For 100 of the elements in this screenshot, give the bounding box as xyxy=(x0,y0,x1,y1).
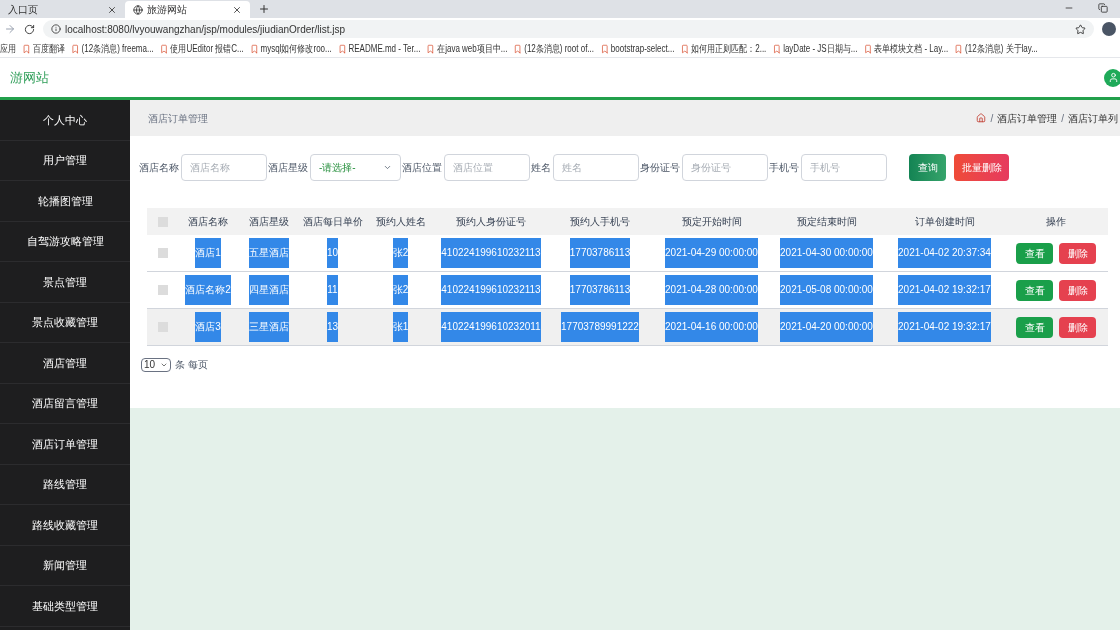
table-cell: 2021-04-16 00:00:00 xyxy=(665,312,758,342)
table-cell: 17703786113 xyxy=(569,238,631,268)
column-header: 预约人手机号 xyxy=(570,215,630,229)
page-size-label: 条 每页 xyxy=(175,358,208,372)
table-cell: 2021-04-30 00:00:00 xyxy=(780,238,873,268)
delete-button[interactable]: 删除 xyxy=(1059,242,1096,264)
table-cell: 2021-04-28 00:00:00 xyxy=(665,275,758,305)
batch-delete-button[interactable]: 批量删除 xyxy=(954,154,1009,181)
table-cell: 2021-05-08 00:00:00 xyxy=(780,275,873,305)
star-level-select[interactable]: -请选择- xyxy=(310,154,401,181)
table-cell: 2021-04-02 20:37:34 xyxy=(898,238,991,268)
new-tab-icon[interactable] xyxy=(258,3,270,15)
table-cell: 410224199610232113 xyxy=(441,275,541,305)
column-header: 订单创建时间 xyxy=(914,215,975,229)
filter-field[interactable]: 酒店位置 xyxy=(444,154,530,181)
table-cell: 张2 xyxy=(392,275,409,305)
bookmark-item[interactable]: 表单模块文档 - Lay... xyxy=(863,41,949,56)
search-button[interactable]: 查询 xyxy=(909,154,946,181)
column-header: 预约人姓名 xyxy=(375,215,426,229)
table-cell: 五星酒店 xyxy=(249,238,289,268)
filter-field[interactable]: 酒店名称 xyxy=(181,154,267,181)
bookmark-item[interactable]: README.md - Ter... xyxy=(338,41,421,56)
column-header: 预约人身份证号 xyxy=(456,215,526,229)
page-size-select[interactable]: 10 xyxy=(141,357,171,372)
table-cell: 酒店3 xyxy=(195,312,221,342)
bookmark-item[interactable]: (12条消息) root of... xyxy=(513,41,595,56)
column-header: 酒店星级 xyxy=(249,215,289,229)
bookmark-icon xyxy=(426,43,435,54)
reload-icon[interactable] xyxy=(24,23,35,35)
bookmark-icon xyxy=(954,43,963,54)
bookmark-icon xyxy=(863,43,872,54)
filter-field[interactable]: 身份证号 xyxy=(682,154,768,181)
filter-label: 姓名 xyxy=(531,161,551,175)
filter-label: 酒店星级 xyxy=(268,161,308,175)
profile-icon[interactable] xyxy=(1102,22,1116,36)
checkbox[interactable] xyxy=(158,285,168,295)
bookmark-icon xyxy=(338,43,347,54)
bookmark-star-icon[interactable] xyxy=(1075,23,1086,35)
table-cell: 酒店1 xyxy=(195,238,221,268)
address-bar[interactable]: localhost:8080/lvyouwangzhan/jsp/modules/jiudianOrder/list.jsp xyxy=(43,20,1094,38)
table-cell: 张2 xyxy=(392,238,409,268)
breadcrumb-separator: / xyxy=(990,111,994,126)
table-cell: 10 xyxy=(326,238,339,268)
restore-icon[interactable] xyxy=(1098,3,1108,13)
filter-field[interactable]: 姓名 xyxy=(553,154,639,181)
bookmark-icon xyxy=(772,43,781,54)
table-cell: 三星酒店 xyxy=(249,312,289,342)
table-cell: 酒店名称2 xyxy=(185,275,231,305)
table-cell: 13 xyxy=(326,312,339,342)
filter-field[interactable]: 手机号 xyxy=(801,154,887,181)
bookmark-item[interactable]: mysql如何修改roo... xyxy=(250,41,332,56)
column-header: 酒店每日单价 xyxy=(302,215,363,229)
site-title: 游网站 xyxy=(10,68,49,87)
filter-label: 酒店位置 xyxy=(402,161,442,175)
page-title: 酒店订单管理 xyxy=(148,111,208,126)
bookmark-item[interactable]: 百度翻译 xyxy=(22,41,65,56)
filter-label: 酒店名称 xyxy=(139,161,179,175)
user-avatar-icon[interactable] xyxy=(1104,68,1120,87)
table-cell: 张1 xyxy=(392,312,409,342)
table-cell: 2021-04-02 19:32:17 xyxy=(898,312,991,342)
browser-tab[interactable]: 旅游网站 xyxy=(125,1,250,18)
bookmark-icon xyxy=(71,43,80,54)
table-cell: 17703786113 xyxy=(569,275,631,305)
breadcrumb-item[interactable]: 酒店订单管理 xyxy=(997,110,1058,126)
delete-button[interactable]: 删除 xyxy=(1059,279,1096,301)
checkbox[interactable] xyxy=(158,248,168,258)
column-header: 酒店名称 xyxy=(188,215,228,229)
bookmark-item[interactable]: layDate - JS日期与... xyxy=(772,41,858,56)
chevron-down-icon xyxy=(383,163,392,172)
bookmark-icon xyxy=(22,43,31,54)
table-cell: 2021-04-29 00:00:00 xyxy=(665,238,758,268)
table-cell: 11 xyxy=(327,275,338,305)
table-cell: 2021-04-20 00:00:00 xyxy=(780,312,873,342)
bookmark-icon xyxy=(513,43,522,54)
bookmark-item[interactable]: 在java web项目中... xyxy=(426,41,508,56)
close-icon[interactable] xyxy=(107,4,117,15)
table-cell: 17703789991222 xyxy=(561,312,639,342)
breadcrumb-separator: / xyxy=(1061,111,1064,126)
breadcrumb-item[interactable]: 酒店订单列 xyxy=(1068,110,1118,126)
bookmark-icon xyxy=(250,43,259,54)
bookmark-item[interactable]: 如何用正则匹配：2... xyxy=(680,41,767,56)
forward-icon[interactable] xyxy=(4,23,16,35)
bookmark-item[interactable]: (12条消息) freema... xyxy=(71,41,154,56)
bookmark-icon xyxy=(680,43,689,54)
bookmark-item[interactable]: 应用 xyxy=(0,41,16,56)
close-icon[interactable] xyxy=(232,4,242,15)
column-header: 操作 xyxy=(1046,215,1066,229)
table-cell: 2021-04-02 19:32:17 xyxy=(898,275,991,305)
column-header: 预定开始时间 xyxy=(681,215,742,229)
bookmark-icon xyxy=(160,43,169,54)
table-cell: 410224199610232113 xyxy=(441,238,541,268)
home-icon[interactable] xyxy=(976,113,987,123)
bookmark-item[interactable]: bootstrap-select... xyxy=(600,41,675,56)
filter-label: 手机号 xyxy=(769,161,799,175)
bookmark-item[interactable]: 使用UEditor 报错C... xyxy=(160,41,244,56)
bookmark-item[interactable]: (12条消息) 关于lay... xyxy=(954,41,1038,56)
column-header: 预定结束时间 xyxy=(796,215,857,229)
info-icon xyxy=(51,24,61,34)
globe-icon xyxy=(133,4,143,15)
delete-button[interactable]: 删除 xyxy=(1059,316,1096,338)
